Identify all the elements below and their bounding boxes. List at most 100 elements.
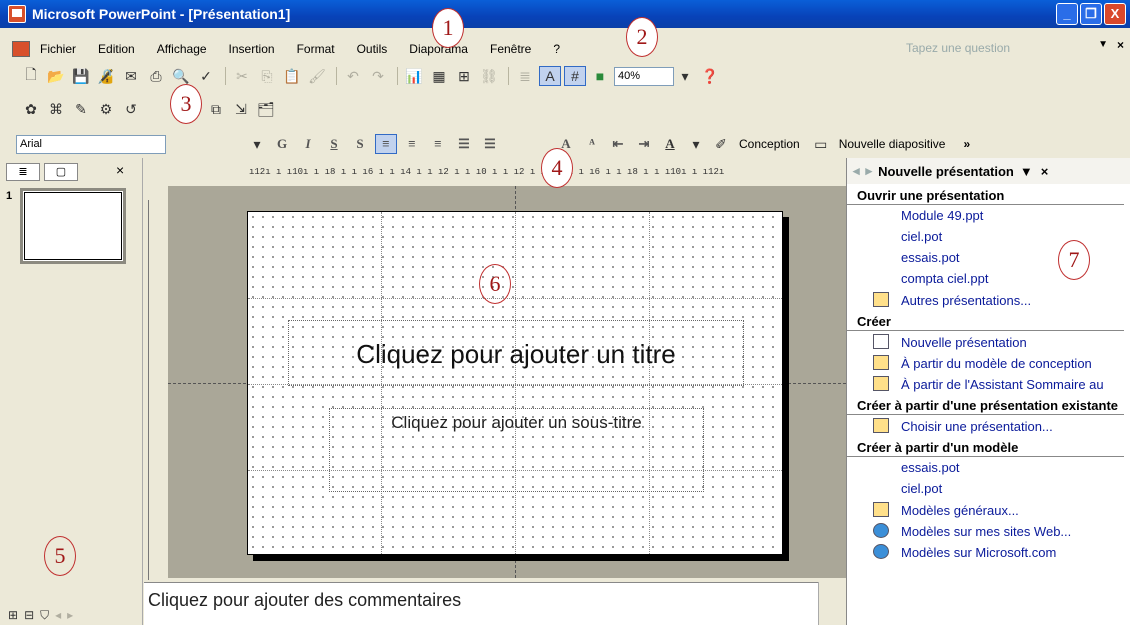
numbering-icon[interactable]: ☰ bbox=[453, 134, 475, 154]
help-icon[interactable]: ❓ bbox=[699, 66, 721, 86]
font-size-dropdown-icon[interactable]: ▾ bbox=[246, 134, 268, 154]
tab-outline[interactable]: ≣ bbox=[6, 163, 40, 181]
new-document-icon[interactable]: 🗋 bbox=[20, 66, 42, 86]
align-right-icon[interactable]: ≡ bbox=[427, 134, 449, 154]
more-presentations-link[interactable]: Autres présentations... bbox=[847, 289, 1130, 310]
print-preview-icon[interactable]: 🔍 bbox=[170, 66, 192, 86]
new-presentation-link[interactable]: Nouvelle présentation bbox=[847, 331, 1130, 352]
task-pane-close-button[interactable]: × bbox=[1041, 164, 1049, 179]
from-design-template-link[interactable]: À partir du modèle de conception bbox=[847, 352, 1130, 373]
bullets-icon[interactable]: ☰ bbox=[479, 134, 501, 154]
open-item[interactable]: ciel.pot bbox=[847, 226, 1130, 247]
zoom-select[interactable]: 40% bbox=[614, 66, 674, 86]
shadow-button[interactable]: S bbox=[349, 134, 371, 154]
copy-icon[interactable]: ⎘ bbox=[256, 66, 278, 86]
tables-borders-icon[interactable]: ⊞ bbox=[453, 66, 475, 86]
font-select[interactable]: Arial bbox=[16, 134, 166, 154]
increase-indent-icon[interactable]: ⇥ bbox=[633, 134, 655, 154]
web-templates-link[interactable]: Modèles sur mes sites Web... bbox=[847, 520, 1130, 541]
cut-icon[interactable]: ✂ bbox=[231, 66, 253, 86]
insert-hyperlink-icon[interactable]: ⛓ bbox=[478, 66, 500, 86]
print-icon[interactable]: ⎙ bbox=[145, 66, 167, 86]
insert-chart-icon[interactable]: 📊 bbox=[403, 66, 425, 86]
zoom-dropdown-icon[interactable]: ▾ bbox=[674, 66, 696, 86]
document-menu-icon[interactable] bbox=[12, 41, 30, 57]
action-icon[interactable]: ↺ bbox=[120, 99, 142, 119]
align-left-icon[interactable]: ≡ bbox=[375, 134, 397, 154]
font-color-icon[interactable]: A bbox=[659, 134, 681, 154]
task-pane-menu-icon[interactable]: ▼ bbox=[1020, 164, 1033, 179]
undo-icon[interactable]: ↶ bbox=[342, 66, 364, 86]
design-toolbar-icon[interactable]: 🗂 bbox=[255, 99, 277, 119]
template-item[interactable]: ciel.pot bbox=[847, 478, 1130, 499]
markup-icon[interactable]: ✎ bbox=[70, 99, 92, 119]
tab-slides[interactable]: ▢ bbox=[44, 163, 78, 181]
scroll-left-icon[interactable]: ◂ bbox=[55, 608, 61, 623]
title-placeholder[interactable]: Cliquez pour ajouter un titre bbox=[288, 320, 744, 386]
notes-scrollbar[interactable] bbox=[818, 582, 844, 625]
microsoft-templates-link[interactable]: Modèles sur Microsoft.com bbox=[847, 541, 1130, 562]
menu-edition[interactable]: Edition bbox=[98, 42, 135, 56]
slide-transition-icon[interactable]: ⧉ bbox=[205, 99, 227, 119]
diagram-icon[interactable]: ⌘ bbox=[45, 99, 67, 119]
redo-icon[interactable]: ↷ bbox=[367, 66, 389, 86]
help-dropdown-icon[interactable]: ▼ bbox=[1098, 39, 1108, 50]
menu-outils[interactable]: Outils bbox=[357, 42, 388, 56]
open-item[interactable]: compta ciel.ppt bbox=[847, 268, 1130, 289]
italic-button[interactable]: I bbox=[297, 134, 319, 154]
normal-view-icon[interactable]: ⊞ bbox=[8, 608, 18, 623]
align-center-icon[interactable]: ≡ bbox=[401, 134, 423, 154]
show-grid-icon[interactable]: # bbox=[564, 66, 586, 86]
template-item[interactable]: essais.pot bbox=[847, 457, 1130, 478]
animation-icon[interactable]: ⇲ bbox=[230, 99, 252, 119]
bold-button[interactable]: G bbox=[271, 134, 293, 154]
subtitle-placeholder[interactable]: Cliquez pour ajouter un sous-titre bbox=[329, 408, 704, 492]
decrease-font-icon[interactable]: ᴬ bbox=[581, 134, 603, 154]
menu-format[interactable]: Format bbox=[297, 42, 335, 56]
insert-table-icon[interactable]: ▦ bbox=[428, 66, 450, 86]
general-templates-link[interactable]: Modèles généraux... bbox=[847, 499, 1130, 520]
spelling-icon[interactable]: ✓ bbox=[195, 66, 217, 86]
scroll-right-icon[interactable]: ▸ bbox=[67, 608, 73, 623]
font-color-dropdown-icon[interactable]: ▾ bbox=[685, 134, 707, 154]
format-painter-icon[interactable]: 🖌 bbox=[306, 66, 328, 86]
document-close-button[interactable]: × bbox=[1117, 38, 1124, 52]
comment-icon[interactable]: ⚙ bbox=[95, 99, 117, 119]
powerpoint-app-icon[interactable] bbox=[8, 5, 26, 23]
color-grayscale-icon[interactable]: ■ bbox=[589, 66, 611, 86]
autoshape-icon[interactable]: ✿ bbox=[20, 99, 42, 119]
close-button[interactable]: X bbox=[1104, 3, 1126, 25]
email-icon[interactable]: ✉ bbox=[120, 66, 142, 86]
restore-button[interactable]: ❐ bbox=[1080, 3, 1102, 25]
slide-thumbnail[interactable] bbox=[20, 188, 126, 264]
paste-icon[interactable]: 📋 bbox=[281, 66, 303, 86]
expand-all-icon[interactable]: ≣ bbox=[514, 66, 536, 86]
choose-presentation-link[interactable]: Choisir une présentation... bbox=[847, 415, 1130, 436]
conception-button[interactable]: Conception bbox=[739, 137, 800, 151]
toolbar-options-button[interactable]: » bbox=[963, 137, 970, 151]
slideshow-view-icon[interactable]: ⛉ bbox=[40, 608, 49, 623]
new-slide-icon[interactable]: ▭ bbox=[810, 134, 832, 154]
from-autocontent-wizard-link[interactable]: À partir de l'Assistant Sommaire au bbox=[847, 373, 1130, 394]
save-icon[interactable]: 💾 bbox=[70, 66, 92, 86]
conception-icon[interactable]: ✐ bbox=[710, 134, 732, 154]
permission-icon[interactable]: 🔏 bbox=[95, 66, 117, 86]
menu-insertion[interactable]: Insertion bbox=[229, 42, 275, 56]
minimize-button[interactable]: _ bbox=[1056, 3, 1078, 25]
panel-close-button[interactable]: × bbox=[116, 162, 124, 178]
menu-fenetre[interactable]: Fenêtre bbox=[490, 42, 531, 56]
new-slide-button[interactable]: Nouvelle diapositive bbox=[839, 137, 946, 151]
menu-affichage[interactable]: Affichage bbox=[157, 42, 207, 56]
open-item[interactable]: Module 49.ppt bbox=[847, 205, 1130, 226]
help-question-input[interactable]: Tapez une question bbox=[902, 39, 1092, 58]
menu-fichier[interactable]: Fichier bbox=[40, 42, 76, 56]
menu-help[interactable]: ? bbox=[553, 42, 560, 56]
back-arrow-icon[interactable]: ◂ bbox=[853, 163, 860, 179]
slide-sorter-view-icon[interactable]: ⊟ bbox=[24, 608, 34, 623]
forward-arrow-icon[interactable]: ▸ bbox=[866, 163, 873, 179]
open-folder-icon[interactable]: 📂 bbox=[45, 66, 67, 86]
decrease-indent-icon[interactable]: ⇤ bbox=[607, 134, 629, 154]
underline-button[interactable]: S bbox=[323, 134, 345, 154]
show-formatting-icon[interactable]: A bbox=[539, 66, 561, 86]
notes-pane[interactable]: Cliquez pour ajouter des commentaires bbox=[144, 582, 844, 625]
